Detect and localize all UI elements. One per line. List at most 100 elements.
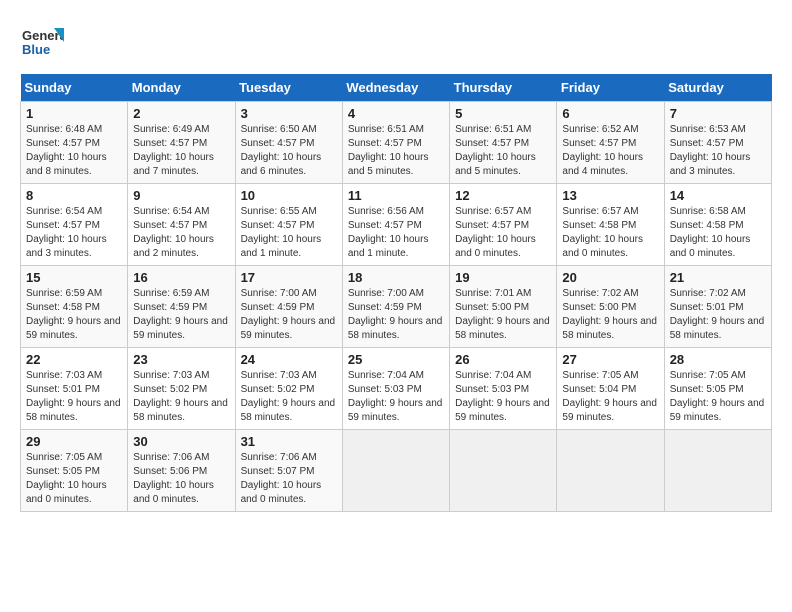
calendar-cell: 11 Sunrise: 6:56 AMSunset: 4:57 PMDayligh…: [342, 184, 449, 266]
day-number: 18: [348, 270, 444, 285]
day-info: Sunrise: 6:51 AMSunset: 4:57 PMDaylight:…: [348, 123, 444, 179]
day-info: Sunrise: 7:04 AMSunset: 5:03 PMDaylight:…: [455, 369, 551, 425]
week-row-2: 1 Sunrise: 6:48 AMSunset: 4:57 PMDaylight…: [21, 102, 772, 184]
day-number: 2: [133, 106, 229, 121]
calendar-cell: 3 Sunrise: 6:50 AMSunset: 4:57 PMDaylight…: [235, 102, 342, 184]
day-info: Sunrise: 6:48 AMSunset: 4:57 PMDaylight:…: [26, 123, 122, 179]
day-header-row: SundayMondayTuesdayWednesdayThursdayFrid…: [21, 74, 772, 102]
calendar-cell: 27Sunrise: 7:05 AMSunset: 5:04 PMDayligh…: [557, 348, 664, 430]
calendar-cell: [557, 430, 664, 512]
day-header-wednesday: Wednesday: [342, 74, 449, 102]
day-number: 7: [670, 106, 766, 121]
calendar-cell: 4Sunrise: 6:51 AMSunset: 4:57 PMDaylight…: [342, 102, 449, 184]
week-row-5: 22Sunrise: 7:03 AMSunset: 5:01 PMDayligh…: [21, 348, 772, 430]
week-row-6: 29 Sunrise: 7:05 AMSunset: 5:05 PMDayligh…: [21, 430, 772, 512]
day-info: Sunrise: 6:59 AMSunset: 4:59 PMDaylight:…: [133, 287, 229, 343]
day-number: 10: [241, 188, 337, 203]
calendar-cell: 13 Sunrise: 6:57 AMSunset: 4:58 PMDayligh…: [557, 184, 664, 266]
day-number: 14: [670, 188, 766, 203]
day-number: 8: [26, 188, 122, 203]
day-info: Sunrise: 7:05 AMSunset: 5:05 PMDaylight:…: [26, 451, 122, 507]
logo-icon: General Blue: [20, 20, 64, 64]
day-number: 31: [241, 434, 337, 449]
day-number: 9: [133, 188, 229, 203]
day-info: Sunrise: 6:53 AMSunset: 4:57 PMDaylight:…: [670, 123, 766, 179]
day-info: Sunrise: 7:06 AMSunset: 5:07 PMDaylight:…: [241, 451, 337, 507]
day-info: Sunrise: 6:57 AMSunset: 4:57 PMDaylight:…: [455, 205, 551, 261]
day-number: 23: [133, 352, 229, 367]
day-info: Sunrise: 6:55 AMSunset: 4:57 PMDaylight:…: [241, 205, 337, 261]
day-number: 11: [348, 188, 444, 203]
calendar-cell: 24Sunrise: 7:03 AMSunset: 5:02 PMDayligh…: [235, 348, 342, 430]
calendar-cell: 31 Sunrise: 7:06 AMSunset: 5:07 PMDayligh…: [235, 430, 342, 512]
day-info: Sunrise: 7:04 AMSunset: 5:03 PMDaylight:…: [348, 369, 444, 425]
week-row-3: 8 Sunrise: 6:54 AMSunset: 4:57 PMDaylight…: [21, 184, 772, 266]
calendar-cell: 6 Sunrise: 6:52 AMSunset: 4:57 PMDaylight…: [557, 102, 664, 184]
calendar-cell: 23Sunrise: 7:03 AMSunset: 5:02 PMDayligh…: [128, 348, 235, 430]
day-info: Sunrise: 7:02 AMSunset: 5:00 PMDaylight:…: [562, 287, 658, 343]
day-number: 6: [562, 106, 658, 121]
day-header-tuesday: Tuesday: [235, 74, 342, 102]
day-number: 29: [26, 434, 122, 449]
calendar-cell: 16Sunrise: 6:59 AMSunset: 4:59 PMDayligh…: [128, 266, 235, 348]
calendar-cell: [450, 430, 557, 512]
day-header-monday: Monday: [128, 74, 235, 102]
day-info: Sunrise: 7:05 AMSunset: 5:04 PMDaylight:…: [562, 369, 658, 425]
calendar-cell: 2 Sunrise: 6:49 AMSunset: 4:57 PMDaylight…: [128, 102, 235, 184]
calendar-cell: [664, 430, 771, 512]
calendar-cell: 18 Sunrise: 7:00 AMSunset: 4:59 PMDayligh…: [342, 266, 449, 348]
day-number: 21: [670, 270, 766, 285]
calendar-cell: 1 Sunrise: 6:48 AMSunset: 4:57 PMDaylight…: [21, 102, 128, 184]
day-number: 1: [26, 106, 122, 121]
day-info: Sunrise: 7:05 AMSunset: 5:05 PMDaylight:…: [670, 369, 766, 425]
day-number: 30: [133, 434, 229, 449]
day-info: Sunrise: 6:51 AMSunset: 4:57 PMDaylight:…: [455, 123, 551, 179]
calendar-cell: 14Sunrise: 6:58 AMSunset: 4:58 PMDayligh…: [664, 184, 771, 266]
day-header-saturday: Saturday: [664, 74, 771, 102]
day-number: 17: [241, 270, 337, 285]
day-number: 13: [562, 188, 658, 203]
day-info: Sunrise: 7:02 AMSunset: 5:01 PMDaylight:…: [670, 287, 766, 343]
day-number: 25: [348, 352, 444, 367]
calendar-cell: 30 Sunrise: 7:06 AMSunset: 5:06 PMDayligh…: [128, 430, 235, 512]
page-header: General Blue: [20, 20, 772, 64]
calendar-cell: 20 Sunrise: 7:02 AMSunset: 5:00 PMDayligh…: [557, 266, 664, 348]
day-info: Sunrise: 6:50 AMSunset: 4:57 PMDaylight:…: [241, 123, 337, 179]
calendar-cell: 15 Sunrise: 6:59 AMSunset: 4:58 PMDayligh…: [21, 266, 128, 348]
day-info: Sunrise: 7:06 AMSunset: 5:06 PMDaylight:…: [133, 451, 229, 507]
calendar-cell: 19Sunrise: 7:01 AMSunset: 5:00 PMDayligh…: [450, 266, 557, 348]
day-number: 26: [455, 352, 551, 367]
day-info: Sunrise: 6:56 AMSunset: 4:57 PMDaylight:…: [348, 205, 444, 261]
calendar-table: SundayMondayTuesdayWednesdayThursdayFrid…: [20, 74, 772, 512]
day-number: 12: [455, 188, 551, 203]
day-number: 19: [455, 270, 551, 285]
day-info: Sunrise: 7:00 AMSunset: 4:59 PMDaylight:…: [348, 287, 444, 343]
calendar-cell: 10 Sunrise: 6:55 AMSunset: 4:57 PMDayligh…: [235, 184, 342, 266]
calendar-cell: 25 Sunrise: 7:04 AMSunset: 5:03 PMDayligh…: [342, 348, 449, 430]
day-number: 22: [26, 352, 122, 367]
calendar-cell: [342, 430, 449, 512]
day-header-thursday: Thursday: [450, 74, 557, 102]
calendar-cell: 22Sunrise: 7:03 AMSunset: 5:01 PMDayligh…: [21, 348, 128, 430]
day-info: Sunrise: 6:59 AMSunset: 4:58 PMDaylight:…: [26, 287, 122, 343]
calendar-cell: 8 Sunrise: 6:54 AMSunset: 4:57 PMDaylight…: [21, 184, 128, 266]
calendar-cell: 5 Sunrise: 6:51 AMSunset: 4:57 PMDaylight…: [450, 102, 557, 184]
calendar-cell: 28 Sunrise: 7:05 AMSunset: 5:05 PMDayligh…: [664, 348, 771, 430]
day-info: Sunrise: 6:54 AMSunset: 4:57 PMDaylight:…: [26, 205, 122, 261]
calendar-cell: 26 Sunrise: 7:04 AMSunset: 5:03 PMDayligh…: [450, 348, 557, 430]
day-number: 28: [670, 352, 766, 367]
day-number: 20: [562, 270, 658, 285]
calendar-cell: 9Sunrise: 6:54 AMSunset: 4:57 PMDaylight…: [128, 184, 235, 266]
day-number: 5: [455, 106, 551, 121]
calendar-cell: 21 Sunrise: 7:02 AMSunset: 5:01 PMDayligh…: [664, 266, 771, 348]
day-info: Sunrise: 6:57 AMSunset: 4:58 PMDaylight:…: [562, 205, 658, 261]
calendar-cell: 7 Sunrise: 6:53 AMSunset: 4:57 PMDaylight…: [664, 102, 771, 184]
calendar-cell: 12 Sunrise: 6:57 AMSunset: 4:57 PMDayligh…: [450, 184, 557, 266]
day-info: Sunrise: 7:03 AMSunset: 5:02 PMDaylight:…: [241, 369, 337, 425]
day-info: Sunrise: 6:49 AMSunset: 4:57 PMDaylight:…: [133, 123, 229, 179]
day-header-friday: Friday: [557, 74, 664, 102]
day-number: 3: [241, 106, 337, 121]
day-number: 15: [26, 270, 122, 285]
day-info: Sunrise: 6:52 AMSunset: 4:57 PMDaylight:…: [562, 123, 658, 179]
day-info: Sunrise: 7:00 AMSunset: 4:59 PMDaylight:…: [241, 287, 337, 343]
